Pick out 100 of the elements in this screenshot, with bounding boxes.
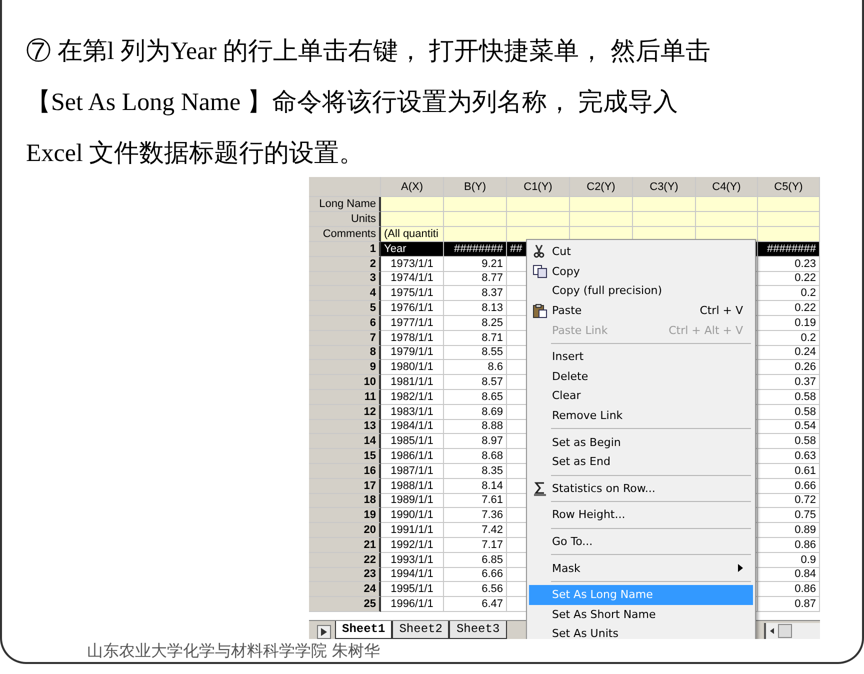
scroll-left-icon[interactable] <box>770 628 774 634</box>
table-cell: 1982/1/1 <box>381 390 444 405</box>
row-number[interactable]: 15 <box>309 449 381 464</box>
table-cell: 8.37 <box>444 286 507 302</box>
row-number[interactable]: 20 <box>309 523 381 538</box>
sheet-tab[interactable]: Sheet1 <box>335 621 392 639</box>
table-cell: 1973/1/1 <box>381 256 444 272</box>
table-cell: 0.2 <box>758 286 820 302</box>
column-header[interactable]: C1(Y) <box>507 177 570 197</box>
row-number[interactable]: 19 <box>309 508 381 524</box>
row-number[interactable]: 24 <box>309 582 381 598</box>
instruction-text: ⑦ 在第l 列为Year 的行上单击右键， 打开快捷菜单， 然后单击 【Set As Long Name 】命令将该行设置为列名称， 完成导入 Excel 文件数据标题行的设置。 <box>25 37 710 169</box>
menu-item[interactable]: Set As Short Name <box>529 604 753 624</box>
table-cell: 0.61 <box>758 464 820 479</box>
table-cell <box>507 212 570 227</box>
table-cell <box>381 197 444 212</box>
menu-item[interactable]: Go To... <box>529 532 753 552</box>
table-cell <box>758 197 820 212</box>
menu-item[interactable]: Statistics on Row... <box>529 478 753 498</box>
menu-item[interactable]: Mask <box>529 558 753 578</box>
menu-item[interactable]: Copy <box>529 262 753 282</box>
row-number[interactable]: 6 <box>309 316 381 331</box>
table-cell: 0.22 <box>758 301 820 316</box>
row-number[interactable]: 7 <box>309 330 381 346</box>
sigma-icon <box>533 482 547 496</box>
table-cell: 0.26 <box>758 360 820 376</box>
row-number[interactable]: 14 <box>309 434 381 450</box>
table-cell: 7.61 <box>444 494 507 508</box>
scroll-right-icon[interactable] <box>317 625 331 639</box>
menu-item[interactable]: Set as Begin <box>529 432 753 452</box>
row-number[interactable]: 12 <box>309 404 381 420</box>
table-cell: 1981/1/1 <box>381 375 444 390</box>
row-number[interactable]: 3 <box>309 272 381 286</box>
table-cell <box>758 212 820 227</box>
menu-item[interactable]: Row Height... <box>529 505 753 525</box>
menu-item[interactable]: Remove Link <box>529 406 753 426</box>
table-cell <box>444 227 507 242</box>
table-cell <box>381 212 444 227</box>
row-number[interactable]: 11 <box>309 390 381 405</box>
column-header[interactable]: C3(Y) <box>633 177 696 197</box>
table-cell: (All quantiti <box>381 227 444 242</box>
row-number[interactable]: 1 <box>309 242 381 257</box>
horizontal-scrollbar[interactable] <box>764 623 820 639</box>
column-header[interactable]: C4(Y) <box>696 177 758 197</box>
table-cell: 1986/1/1 <box>381 449 444 464</box>
table-cell: 8.65 <box>444 390 507 405</box>
table-cell: 1985/1/1 <box>381 434 444 450</box>
column-header[interactable]: C5(Y) <box>758 177 820 197</box>
table-cell: 8.57 <box>444 375 507 390</box>
corner-cell[interactable] <box>309 177 381 197</box>
table-cell <box>444 197 507 212</box>
table-cell: 6.66 <box>444 568 507 582</box>
column-header[interactable]: C2(Y) <box>570 177 633 197</box>
row-number[interactable]: 16 <box>309 464 381 479</box>
sheet-tab[interactable]: Sheet2 <box>392 621 450 639</box>
menu-item[interactable]: Insert <box>529 346 753 367</box>
table-cell: 0.75 <box>758 508 820 524</box>
table-cell: 8.25 <box>444 316 507 331</box>
menu-item[interactable]: Set as End <box>529 452 753 472</box>
row-number[interactable]: 5 <box>309 301 381 316</box>
row-number[interactable]: 22 <box>309 552 381 568</box>
row-number[interactable]: 21 <box>309 538 381 553</box>
column-header[interactable]: B(Y) <box>444 177 507 197</box>
table-cell: 0.24 <box>758 346 820 360</box>
row-number[interactable]: 10 <box>309 375 381 390</box>
row-number[interactable]: 18 <box>309 494 381 508</box>
table-cell: 8.6 <box>444 360 507 376</box>
table-cell: 0.22 <box>758 272 820 286</box>
row-number[interactable]: 23 <box>309 568 381 582</box>
table-cell: 8.69 <box>444 404 507 420</box>
row-number[interactable]: 13 <box>309 420 381 434</box>
menu-item[interactable]: Delete <box>529 366 753 386</box>
table-cell: 0.58 <box>758 404 820 420</box>
row-number[interactable]: 9 <box>309 360 381 376</box>
table-cell: 1996/1/1 <box>381 597 444 612</box>
table-cell: 1977/1/1 <box>381 316 444 331</box>
table-cell: 0.86 <box>758 538 820 553</box>
table-cell: 0.19 <box>758 316 820 331</box>
menu-item[interactable]: Paste Ctrl + V <box>529 300 753 320</box>
table-cell: Year <box>381 242 444 257</box>
menu-item[interactable]: Clear <box>529 386 753 406</box>
table-cell: 1995/1/1 <box>381 582 444 598</box>
scissors-icon <box>533 245 545 258</box>
column-header[interactable]: A(X) <box>381 177 444 197</box>
row-number[interactable]: 8 <box>309 346 381 360</box>
table-cell: 8.35 <box>444 464 507 479</box>
menu-item[interactable]: Set As Units <box>529 624 753 639</box>
table-cell: 0.72 <box>758 494 820 508</box>
row-number[interactable]: 4 <box>309 286 381 302</box>
table-cell: 8.68 <box>444 449 507 464</box>
sheet-tab[interactable]: Sheet3 <box>449 621 507 639</box>
row-number[interactable]: 2 <box>309 256 381 272</box>
table-cell <box>570 197 633 212</box>
menu-item[interactable]: Copy (full precision) <box>529 281 753 301</box>
row-number[interactable]: 17 <box>309 478 381 494</box>
table-cell: 1988/1/1 <box>381 478 444 494</box>
table-cell <box>507 197 570 212</box>
table-cell <box>758 227 820 242</box>
table-cell: 1975/1/1 <box>381 286 444 302</box>
row-number[interactable]: 25 <box>309 597 381 612</box>
